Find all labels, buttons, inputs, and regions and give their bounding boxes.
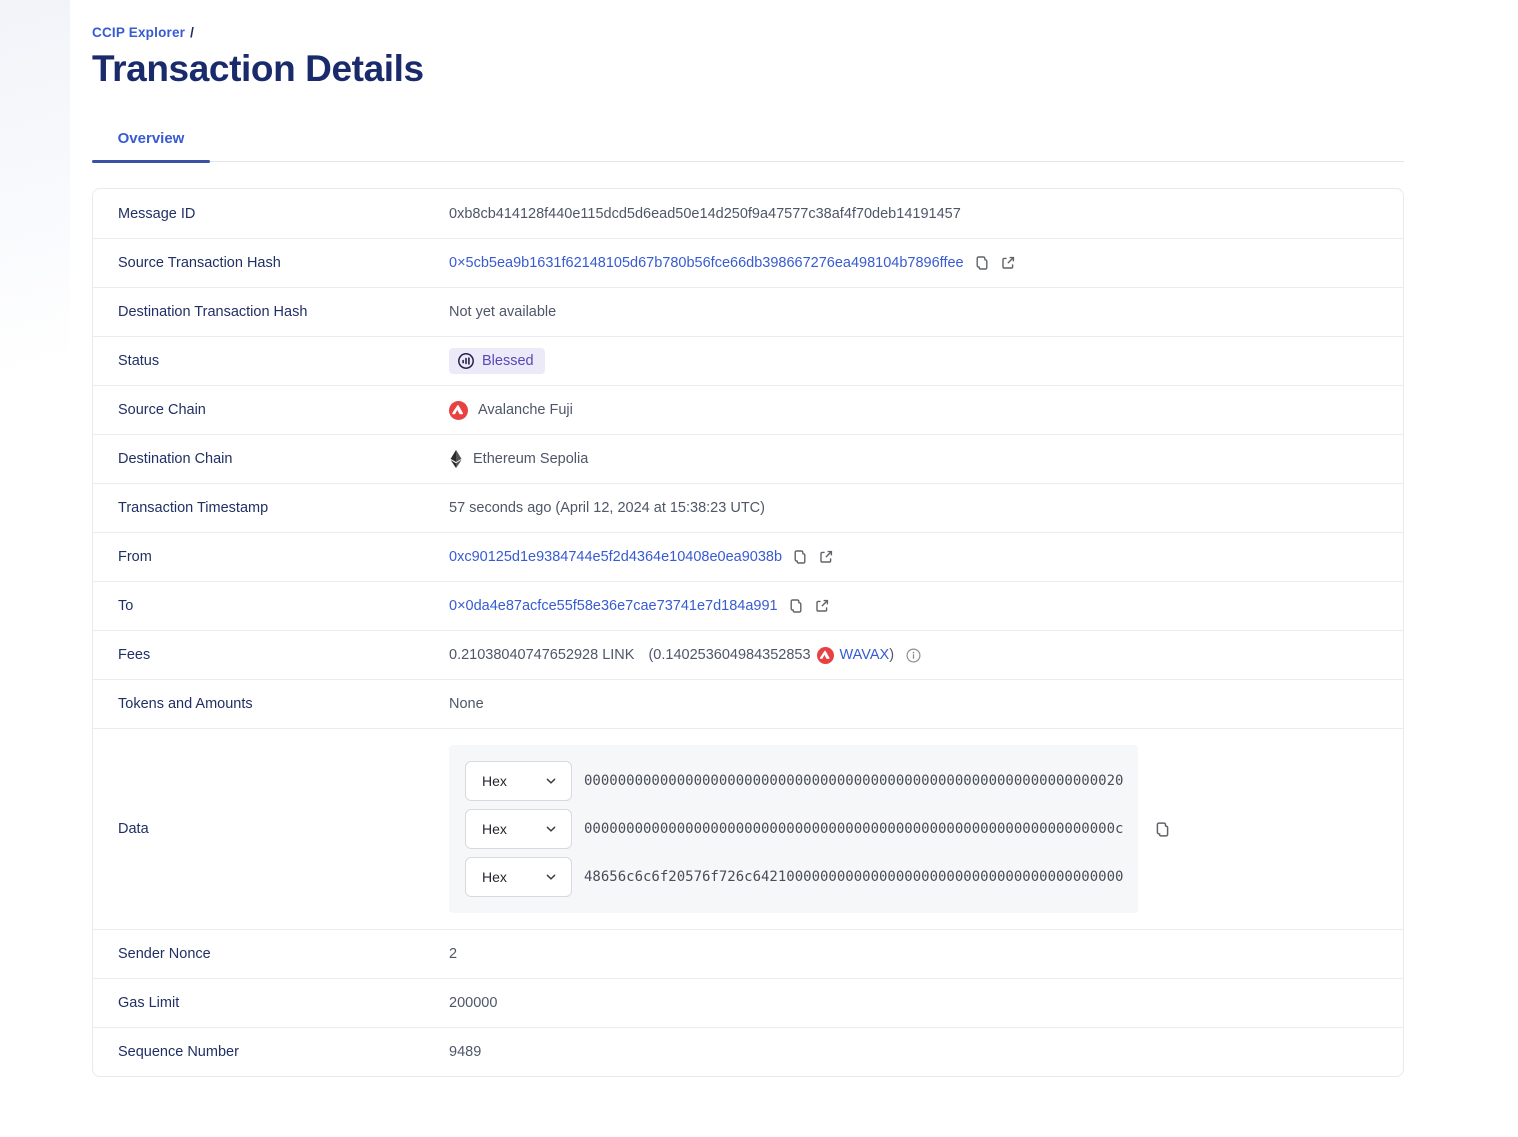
tab-overview[interactable]: Overview xyxy=(92,130,210,161)
copy-icon xyxy=(1154,821,1171,838)
message-id-value: 0xb8cb414128f440e115dcd5d6ead50e14d250f9… xyxy=(449,206,961,222)
fees-paren-close: ) xyxy=(889,647,894,663)
row-sequence-number: Sequence Number 9489 xyxy=(93,1027,1403,1076)
open-to-address-external-button[interactable] xyxy=(814,598,830,614)
hex-data-word-1: 0000000000000000000000000000000000000000… xyxy=(584,773,1123,789)
fees-link-amount: 0.21038040747652928 LINK xyxy=(449,647,634,663)
source-tx-hash-link[interactable]: 0×5cb5ea9b1631f62148105d67b780b56fce66db… xyxy=(449,255,964,271)
row-message-id: Message ID 0xb8cb414128f440e115dcd5d6ead… xyxy=(93,189,1403,238)
message-id-label: Message ID xyxy=(93,206,449,222)
fees-converted-amount: (0.140253604984352853 xyxy=(648,647,810,663)
ethereum-sepolia-icon xyxy=(449,449,463,469)
from-label: From xyxy=(93,549,449,565)
dest-tx-hash-value: Not yet available xyxy=(449,304,556,320)
gas-limit-label: Gas Limit xyxy=(93,995,449,1011)
external-link-icon xyxy=(1000,255,1016,271)
row-gas-limit: Gas Limit 200000 xyxy=(93,978,1403,1027)
external-link-icon xyxy=(818,549,834,565)
sender-nonce-value: 2 xyxy=(449,946,457,962)
transaction-details-card: Message ID 0xb8cb414128f440e115dcd5d6ead… xyxy=(92,188,1404,1077)
source-chain-label: Source Chain xyxy=(93,402,449,418)
data-line-1: Hex 000000000000000000000000000000000000… xyxy=(449,757,1138,805)
row-tokens-and-amounts: Tokens and Amounts None xyxy=(93,679,1403,728)
row-transaction-timestamp: Transaction Timestamp 57 seconds ago (Ap… xyxy=(93,483,1403,532)
to-address-link[interactable]: 0×0da4e87acfce55f58e36e7cae73741e7d184a9… xyxy=(449,598,778,614)
timestamp-value: 57 seconds ago (April 12, 2024 at 15:38:… xyxy=(449,500,765,516)
copy-data-button[interactable] xyxy=(1154,821,1171,838)
row-fees: Fees 0.21038040747652928 LINK (0.1402536… xyxy=(93,630,1403,679)
row-source-chain: Source Chain Avalanche Fuji xyxy=(93,385,1403,434)
external-link-icon xyxy=(814,598,830,614)
row-to: To 0×0da4e87acfce55f58e36e7cae73741e7d18… xyxy=(93,581,1403,630)
wavax-avalanche-icon xyxy=(817,647,834,664)
copy-from-address-button[interactable] xyxy=(792,549,808,565)
dest-tx-hash-label: Destination Transaction Hash xyxy=(93,304,449,320)
data-label: Data xyxy=(93,821,449,837)
chevron-down-icon xyxy=(544,774,558,788)
row-sender-nonce: Sender Nonce 2 xyxy=(93,929,1403,978)
copy-icon xyxy=(792,549,808,565)
chevron-down-icon xyxy=(544,822,558,836)
dest-chain-label: Destination Chain xyxy=(93,451,449,467)
hex-data-word-3: 48656c6c6f20576f726c64210000000000000000… xyxy=(584,869,1123,885)
open-from-address-external-button[interactable] xyxy=(818,549,834,565)
transaction-details-page: CCIP Explorer / Transaction Details Overv… xyxy=(92,0,1404,1077)
row-status: Status Blessed xyxy=(93,336,1403,385)
hex-encoding-select-1[interactable]: Hex xyxy=(465,761,572,801)
timestamp-label: Transaction Timestamp xyxy=(93,500,449,516)
data-line-2: Hex 000000000000000000000000000000000000… xyxy=(449,805,1138,853)
dest-chain-name: Ethereum Sepolia xyxy=(473,451,588,467)
sequence-number-label: Sequence Number xyxy=(93,1044,449,1060)
source-tx-hash-label: Source Transaction Hash xyxy=(93,255,449,271)
open-source-tx-external-button[interactable] xyxy=(1000,255,1016,271)
row-source-transaction-hash: Source Transaction Hash 0×5cb5ea9b1631f6… xyxy=(93,238,1403,287)
row-destination-chain: Destination Chain Ethereum Sepolia xyxy=(93,434,1403,483)
page-title: Transaction Details xyxy=(92,48,1404,90)
tokens-amounts-value: None xyxy=(449,696,484,712)
hex-encoding-select-3[interactable]: Hex xyxy=(465,857,572,897)
breadcrumb: CCIP Explorer / xyxy=(92,0,1404,40)
chevron-down-icon xyxy=(544,870,558,884)
from-address-link[interactable]: 0xc90125d1e9384744e5f2d4364e10408e0ea903… xyxy=(449,549,782,565)
row-data: Data Hex 0000000000000000000000000000000… xyxy=(93,728,1403,929)
hex-select-value: Hex xyxy=(482,869,507,885)
source-chain-name: Avalanche Fuji xyxy=(478,402,573,418)
hex-encoding-select-2[interactable]: Hex xyxy=(465,809,572,849)
data-line-3: Hex 48656c6c6f20576f726c6421000000000000… xyxy=(449,853,1138,901)
row-destination-transaction-hash: Destination Transaction Hash Not yet ava… xyxy=(93,287,1403,336)
sender-nonce-label: Sender Nonce xyxy=(93,946,449,962)
breadcrumb-separator: / xyxy=(190,25,194,40)
avalanche-fuji-icon xyxy=(449,401,468,420)
tokens-amounts-label: Tokens and Amounts xyxy=(93,696,449,712)
hex-select-value: Hex xyxy=(482,773,507,789)
sequence-number-value: 9489 xyxy=(449,1044,481,1060)
wavax-token-link[interactable]: WAVAX xyxy=(840,647,890,663)
copy-icon xyxy=(974,255,990,271)
status-label: Status xyxy=(93,353,449,369)
fees-label: Fees xyxy=(93,647,449,663)
copy-to-address-button[interactable] xyxy=(788,598,804,614)
status-badge-text: Blessed xyxy=(482,353,534,369)
hex-data-word-2: 0000000000000000000000000000000000000000… xyxy=(584,821,1123,837)
row-from: From 0xc90125d1e9384744e5f2d4364e10408e0… xyxy=(93,532,1403,581)
gas-limit-value: 200000 xyxy=(449,995,497,1011)
status-badge: Blessed xyxy=(449,348,545,374)
background-gradient-decoration xyxy=(0,0,70,430)
copy-icon xyxy=(788,598,804,614)
to-label: To xyxy=(93,598,449,614)
hex-select-value: Hex xyxy=(482,821,507,837)
blessed-signal-icon xyxy=(457,352,475,370)
copy-source-tx-hash-button[interactable] xyxy=(974,255,990,271)
breadcrumb-ccip-explorer-link[interactable]: CCIP Explorer xyxy=(92,25,185,40)
tab-bar: Overview xyxy=(92,130,1404,162)
data-hex-block: Hex 000000000000000000000000000000000000… xyxy=(449,745,1138,913)
fees-info-icon[interactable] xyxy=(906,648,921,663)
